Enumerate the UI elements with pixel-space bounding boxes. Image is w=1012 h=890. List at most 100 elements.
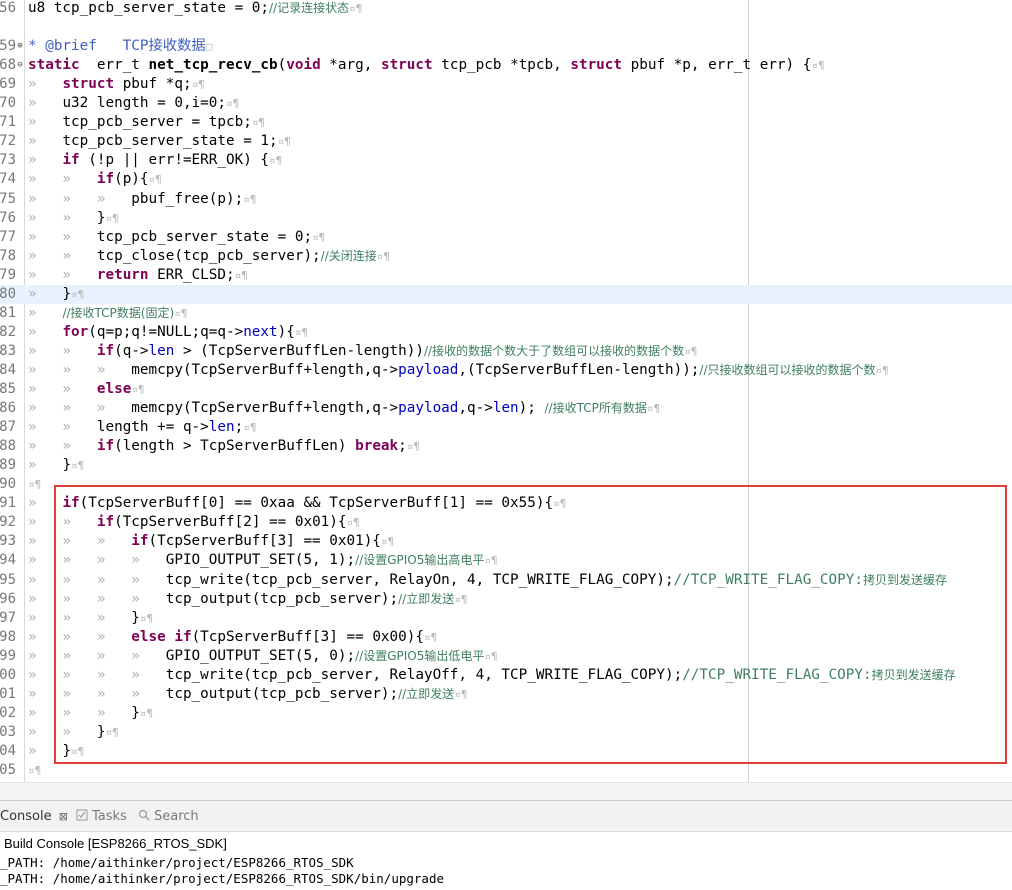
code-line[interactable]: 72 » tcp_pcb_server_state = 1;¤¶: [0, 132, 1012, 151]
code-token: payload: [398, 361, 459, 378]
line-number: 94: [0, 552, 16, 569]
code-token: payload: [398, 400, 459, 417]
code-line[interactable]: 87 » » length += q->len;¤¶: [0, 418, 1012, 437]
code-line[interactable]: 88 » » if(length > TcpServerBuffLen) brea…: [0, 437, 1012, 456]
code-text: » for(q=p;q!=NULL;q=q->next){¤¶: [28, 323, 308, 342]
line-number: 71: [0, 114, 16, 131]
code-token: (: [277, 57, 287, 74]
code-text: » if (!p || err!=ERR_OK) {¤¶: [28, 151, 282, 170]
code-token: » » »: [28, 190, 132, 207]
line-number: 69: [0, 76, 16, 93]
code-text: u8 tcp_pcb_server_state = 0;//记录连接状态¤¶: [28, 0, 362, 18]
code-token: ¤¶: [875, 363, 889, 377]
code-token: ;: [398, 438, 407, 455]
line-number: 01: [0, 685, 16, 702]
code-token: (length > TcpServerBuffLen): [114, 438, 356, 455]
tab-console[interactable]: Console ⊠: [0, 805, 68, 829]
code-line[interactable]: 59 ⊕ * @brief TCP接收数据□: [0, 37, 1012, 56]
code-token: ¤¶: [294, 325, 309, 339]
code-token: len: [208, 419, 235, 436]
code-line[interactable]: 77 » » tcp_pcb_server_state = 0;¤¶: [0, 228, 1012, 247]
code-line[interactable]: 81 » //接收TCP数据(固定)¤¶: [0, 304, 1012, 323]
code-line[interactable]: 56 u8 tcp_pcb_server_state = 0;//记录连接状态¤¶: [0, 0, 1012, 18]
code-text: » » » memcpy(TcpServerBuff+length,q->pay…: [28, 399, 660, 418]
line-number: 78: [0, 247, 16, 264]
code-token: tcp_pcb *tpcb,: [432, 57, 571, 74]
code-token: struct: [62, 76, 115, 93]
code-line[interactable]: 75 » » » pbuf_free(p);¤¶: [0, 190, 1012, 209]
line-number: 56: [0, 0, 16, 16]
code-token: » »: [28, 381, 97, 397]
code-token: » »: [28, 228, 97, 245]
code-token: struct: [570, 57, 623, 74]
code-line[interactable]: 68 ⊖ static err_t net_tcp_recv_cb(void *ar…: [0, 56, 1012, 75]
line-number: 96: [0, 590, 16, 607]
close-icon[interactable]: ⊠: [59, 810, 68, 823]
line-number: 98: [0, 628, 16, 645]
code-token: ¤¶: [277, 135, 291, 149]
code-text: » tcp_pcb_server_state = 1;¤¶: [28, 132, 291, 151]
line-number: 72: [0, 133, 16, 150]
code-token: (q=p;q!=NULL;q=q->: [88, 323, 244, 340]
line-number: 84: [0, 361, 16, 378]
code-line[interactable]: 86 » » » memcpy(TcpServerBuff+length,q->p…: [0, 399, 1012, 418]
code-line[interactable]: 69 » struct pbuf *q;¤¶: [0, 75, 1012, 94]
code-editor[interactable]: 56 u8 tcp_pcb_server_state = 0;//记录连接状态¤¶…: [0, 0, 1012, 782]
code-line[interactable]: [0, 18, 1012, 37]
code-token: ¤¶: [312, 230, 326, 244]
code-line[interactable]: 80 » }¤¶: [0, 284, 1012, 304]
code-line[interactable]: 74 » » if(p){¤¶: [0, 170, 1012, 189]
code-token: »: [28, 76, 63, 93]
fold-toggle-icon[interactable]: ⊕: [16, 37, 24, 56]
code-text: » » if(length > TcpServerBuffLen) break;…: [28, 437, 420, 456]
code-line[interactable]: 76 » » }¤¶: [0, 209, 1012, 228]
code-token: if: [96, 171, 115, 188]
code-line[interactable]: 78 » » tcp_close(tcp_pcb_server);//关闭连接¤¶: [0, 247, 1012, 266]
code-token: //只接收数组可以接收的数据个数: [699, 362, 876, 377]
code-line[interactable]: 83 » » if(q->len > (TcpServerBuffLen-leng…: [0, 342, 1012, 361]
code-token: » »: [28, 171, 97, 188]
code-token: ,q->: [458, 400, 493, 417]
code-text: * @brief TCP接收数据□: [28, 37, 212, 56]
line-number: 03: [0, 723, 16, 740]
code-line[interactable]: 84 » » » memcpy(TcpServerBuff+length,q->p…: [0, 361, 1012, 380]
code-token: memcpy(TcpServerBuff+length,q->: [131, 400, 399, 417]
code-line[interactable]: 73 » if (!p || err!=ERR_OK) {¤¶: [0, 151, 1012, 170]
code-token: > (TcpServerBuffLen-length)): [174, 342, 424, 359]
code-text: static err_t net_tcp_recv_cb(void *arg, …: [28, 56, 825, 75]
code-token: ¤¶: [376, 249, 391, 263]
code-token: break: [355, 438, 399, 455]
code-line[interactable]: 82 » for(q=p;q!=NULL;q=q->next){¤¶: [0, 323, 1012, 342]
line-number: 87: [0, 419, 16, 436]
code-token: » »: [28, 209, 97, 226]
code-token: ¤¶: [28, 764, 42, 777]
tab-tasks[interactable]: Tasks: [76, 805, 127, 829]
code-line[interactable]: 71 » tcp_pcb_server = tpcb;¤¶: [0, 113, 1012, 132]
code-token: struct: [380, 57, 433, 74]
line-number: 77: [0, 228, 16, 245]
code-text: » » if(p){¤¶: [28, 170, 162, 189]
code-token: ¤¶: [349, 2, 363, 15]
code-token: ¤¶: [243, 421, 257, 435]
code-token: //关闭连接: [320, 248, 377, 263]
code-line[interactable]: 79 » » return ERR_CLSD;¤¶: [0, 266, 1012, 285]
horizontal-scrollbar[interactable]: [0, 782, 1012, 801]
console-title: Build Console [ESP8266_RTOS_SDK]: [4, 836, 227, 851]
code-token: //接收TCP数据(固定): [62, 305, 175, 320]
code-line[interactable]: 85 » » else¤¶: [0, 380, 1012, 399]
line-number: 76: [0, 209, 16, 226]
code-token: }: [62, 285, 72, 302]
tab-search[interactable]: Search: [138, 805, 199, 829]
code-token: static: [28, 57, 80, 74]
fold-toggle-icon[interactable]: ⊖: [16, 56, 24, 75]
line-number: 95: [0, 571, 16, 588]
code-token: *arg,: [320, 57, 381, 74]
code-line[interactable]: 89 » }¤¶: [0, 456, 1012, 475]
code-token: »: [28, 285, 63, 302]
code-line[interactable]: 70 » u32 length = 0,i=0;¤¶: [0, 94, 1012, 113]
code-text: ¤¶: [28, 475, 41, 494]
code-token: ¤¶: [71, 287, 85, 301]
code-token: ¤¶: [243, 192, 257, 206]
code-text: » struct pbuf *q;¤¶: [28, 75, 205, 94]
code-token: »: [28, 304, 63, 321]
